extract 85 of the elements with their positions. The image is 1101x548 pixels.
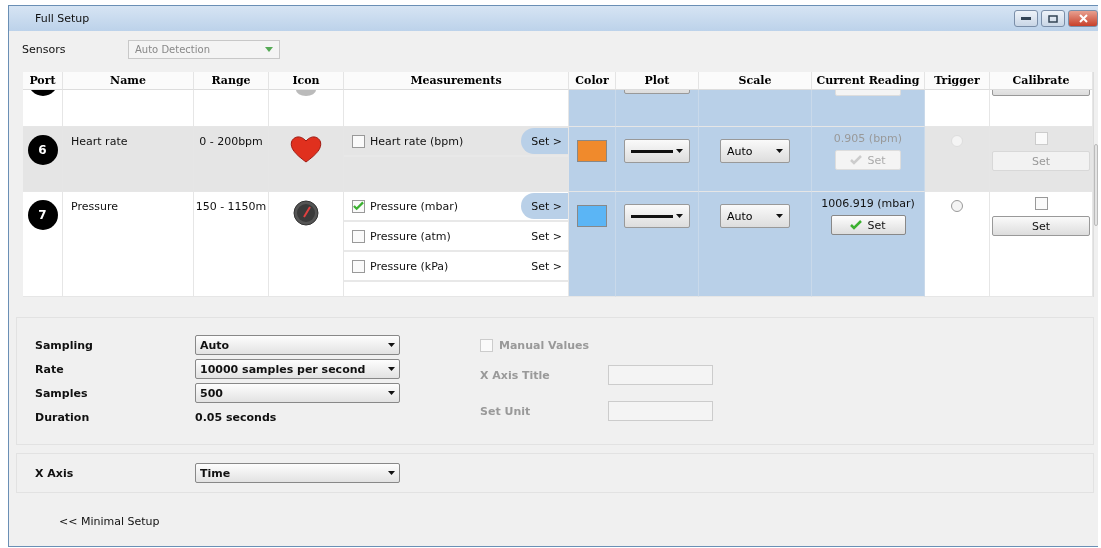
close-icon xyxy=(1078,14,1088,23)
column-header: Icon xyxy=(269,72,344,90)
color-swatch[interactable] xyxy=(577,140,607,162)
caret-icon xyxy=(265,46,273,52)
column-header: Calibrate xyxy=(990,72,1093,90)
field-label: X Axis xyxy=(35,466,75,480)
window-title: Full Setup xyxy=(35,12,91,25)
line-style-icon xyxy=(631,214,673,218)
sensors-label: Sensors xyxy=(22,42,67,56)
caret-icon xyxy=(388,471,395,475)
minimal-setup-link[interactable]: << Minimal Setup xyxy=(59,515,1098,528)
sampling-dropdown[interactable]: Auto xyxy=(195,335,400,355)
measurement-item[interactable]: Heart rate (bpm) Set > xyxy=(344,127,568,157)
current-reading: 1006.919 (mbar) xyxy=(821,197,915,210)
checkbox[interactable] xyxy=(352,229,365,243)
calibrate-button[interactable]: Set xyxy=(992,216,1090,236)
column-header: Trigger xyxy=(925,72,990,90)
field-label: Samples xyxy=(35,386,89,400)
column-header: Measurements xyxy=(344,72,569,90)
sampling-dropdown[interactable]: 500 xyxy=(195,383,400,403)
sensor-name: Pressure xyxy=(71,200,118,213)
measurement-item[interactable]: Pressure (atm) Set > xyxy=(344,222,568,252)
close-button[interactable] xyxy=(1068,10,1098,27)
field-label: Duration xyxy=(35,410,91,424)
sampling-dropdown[interactable]: 10000 samples per second xyxy=(195,359,400,379)
measurement-label: Heart rate (bpm) xyxy=(370,134,464,148)
set-measurement-button[interactable]: Set > xyxy=(521,223,568,249)
sensor-range: 0 - 200bpm xyxy=(199,135,263,148)
measurement-item[interactable]: Pressure (mbar) Set > xyxy=(344,192,568,222)
checkbox[interactable] xyxy=(352,259,365,273)
current-reading: 0.905 (bpm) xyxy=(833,132,903,145)
column-header: Plot xyxy=(616,72,699,90)
sensor-icon xyxy=(296,90,316,96)
field-label: Set Unit xyxy=(480,404,532,418)
measurement-label: Pressure (mbar) xyxy=(370,199,458,213)
port-badge: 6 xyxy=(27,135,58,165)
manual-values-label: Manual Values xyxy=(499,338,589,352)
maximize-icon xyxy=(1048,14,1058,23)
set-measurement-button[interactable]: Set > xyxy=(521,128,568,154)
column-header: Color xyxy=(569,72,616,90)
check-icon xyxy=(850,155,863,165)
set-button[interactable]: Set xyxy=(830,215,906,235)
column-header: Range xyxy=(194,72,269,90)
caret-icon xyxy=(388,343,395,347)
set-measurement-button[interactable]: Set > xyxy=(521,253,568,279)
field-label: Sampling xyxy=(35,338,94,352)
calibrate-checkbox[interactable] xyxy=(1034,197,1048,210)
heart-icon xyxy=(290,135,322,163)
caret-icon xyxy=(676,149,683,153)
calibrate-checkbox[interactable] xyxy=(1034,132,1048,145)
measurement-label: Pressure (kPa) xyxy=(370,259,449,273)
field-label: Rate xyxy=(35,362,65,376)
field-label: X Axis Title xyxy=(480,368,551,382)
line-style-icon xyxy=(631,149,673,153)
port-badge: 7 xyxy=(27,200,58,230)
plot-dropdown[interactable] xyxy=(624,204,690,228)
column-header: Port xyxy=(23,72,63,90)
minimize-button[interactable] xyxy=(1014,10,1038,27)
caret-icon xyxy=(776,149,783,153)
scale-dropdown[interactable]: Auto xyxy=(720,204,790,228)
caret-icon xyxy=(388,391,395,395)
column-header: Current Reading xyxy=(812,72,925,90)
maximize-button[interactable] xyxy=(1041,10,1065,27)
column-header: Scale xyxy=(699,72,812,90)
checkbox[interactable] xyxy=(352,134,365,148)
measurement-label: Pressure (atm) xyxy=(370,229,451,243)
measurement-item[interactable]: Pressure (kPa) Set > xyxy=(344,252,568,282)
x-axis-dropdown[interactable]: Time xyxy=(195,463,400,483)
check-icon xyxy=(353,201,364,211)
caret-icon xyxy=(676,214,683,218)
gauge-icon xyxy=(293,200,319,226)
minimize-icon xyxy=(1021,17,1031,20)
scale-dropdown[interactable]: Auto xyxy=(720,139,790,163)
column-header: Name xyxy=(63,72,194,90)
sensor-name: Heart rate xyxy=(71,135,128,148)
color-swatch[interactable] xyxy=(577,205,607,227)
checkbox[interactable] xyxy=(352,199,365,213)
plot-dropdown[interactable] xyxy=(624,139,690,163)
field-value: 0.05 seconds xyxy=(195,410,278,424)
caret-icon xyxy=(388,367,395,371)
check-icon xyxy=(850,220,863,230)
sensor-range: 150 - 1150m xyxy=(195,200,267,213)
trigger-radio[interactable] xyxy=(951,200,963,212)
set-measurement-button[interactable]: Set > xyxy=(521,193,568,219)
caret-icon xyxy=(776,214,783,218)
